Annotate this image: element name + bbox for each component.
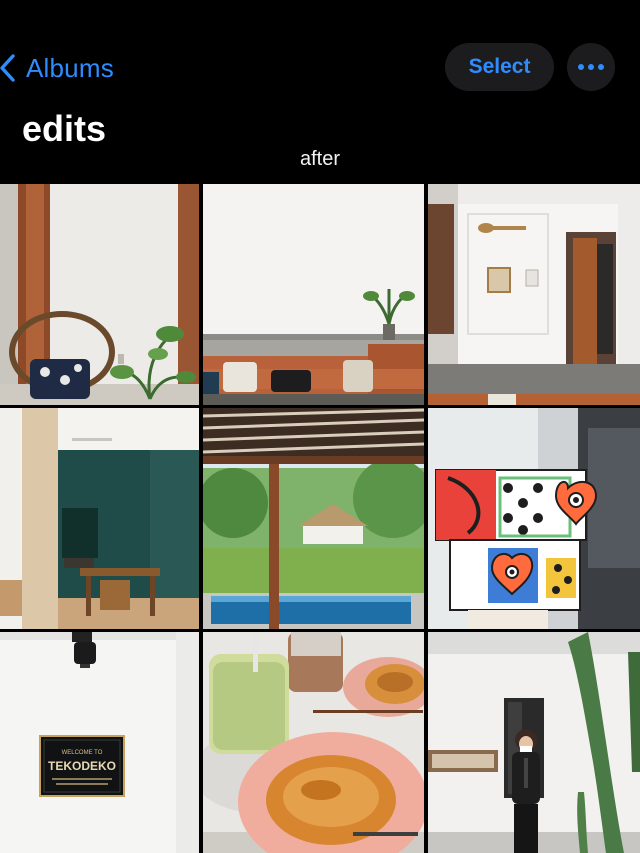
ellipsis-icon — [577, 58, 605, 76]
photo-thumbnail[interactable] — [428, 184, 640, 405]
sign-welcome: WELCOME TO — [62, 750, 103, 756]
album-subtitle: after — [299, 148, 341, 170]
photo-thumbnail[interactable] — [428, 632, 640, 853]
photo-thumbnail[interactable] — [0, 408, 199, 629]
photo-thumbnail[interactable]: WELCOME TO TEKODEKO — [0, 632, 199, 853]
album-title: edits — [22, 108, 107, 149]
select-button[interactable]: Select — [445, 43, 554, 91]
photo-thumbnail[interactable] — [203, 632, 424, 853]
more-button[interactable] — [567, 43, 615, 91]
photo-grid: WELCOME TO TEKODEKO — [0, 184, 640, 853]
photo-thumbnail[interactable] — [203, 408, 424, 629]
sign-name: TEKODEKO — [48, 759, 116, 773]
photo-thumbnail[interactable] — [0, 184, 199, 405]
navigation-bar: Albums Select edits after — [0, 0, 640, 184]
photo-thumbnail[interactable] — [428, 408, 640, 629]
photo-thumbnail[interactable] — [203, 184, 424, 405]
back-label: Albums — [26, 52, 114, 83]
back-button[interactable]: Albums — [0, 44, 114, 92]
chevron-left-icon — [0, 53, 16, 83]
